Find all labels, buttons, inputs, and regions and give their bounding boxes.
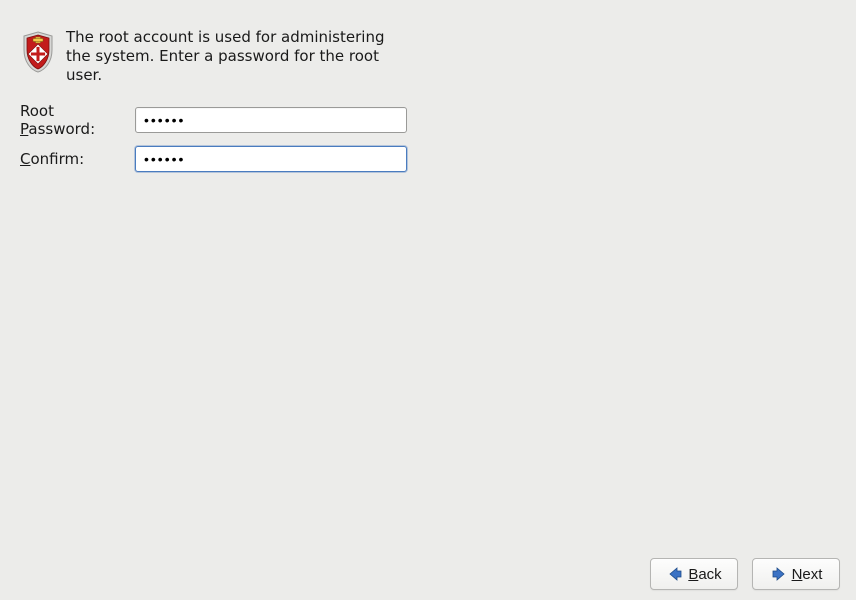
confirm-password-label: Confirm: [20,150,135,168]
root-description: The root account is used for administeri… [66,28,406,84]
confirm-password-row: Confirm: [20,146,836,172]
next-button[interactable]: Next [752,558,840,590]
root-password-row: Root Password: [20,102,836,138]
arrow-left-icon [666,565,684,583]
installer-root-password-page: The root account is used for administeri… [0,0,856,200]
back-button[interactable]: Back [650,558,738,590]
next-button-label: Next [792,566,823,583]
header-row: The root account is used for administeri… [20,28,836,84]
root-password-input[interactable] [135,107,407,133]
arrow-right-icon [770,565,788,583]
back-button-label: Back [688,566,721,583]
wizard-footer: Back Next [650,558,840,590]
root-shield-icon [20,30,56,74]
confirm-password-input[interactable] [135,146,407,172]
root-password-label: Root Password: [20,102,135,138]
